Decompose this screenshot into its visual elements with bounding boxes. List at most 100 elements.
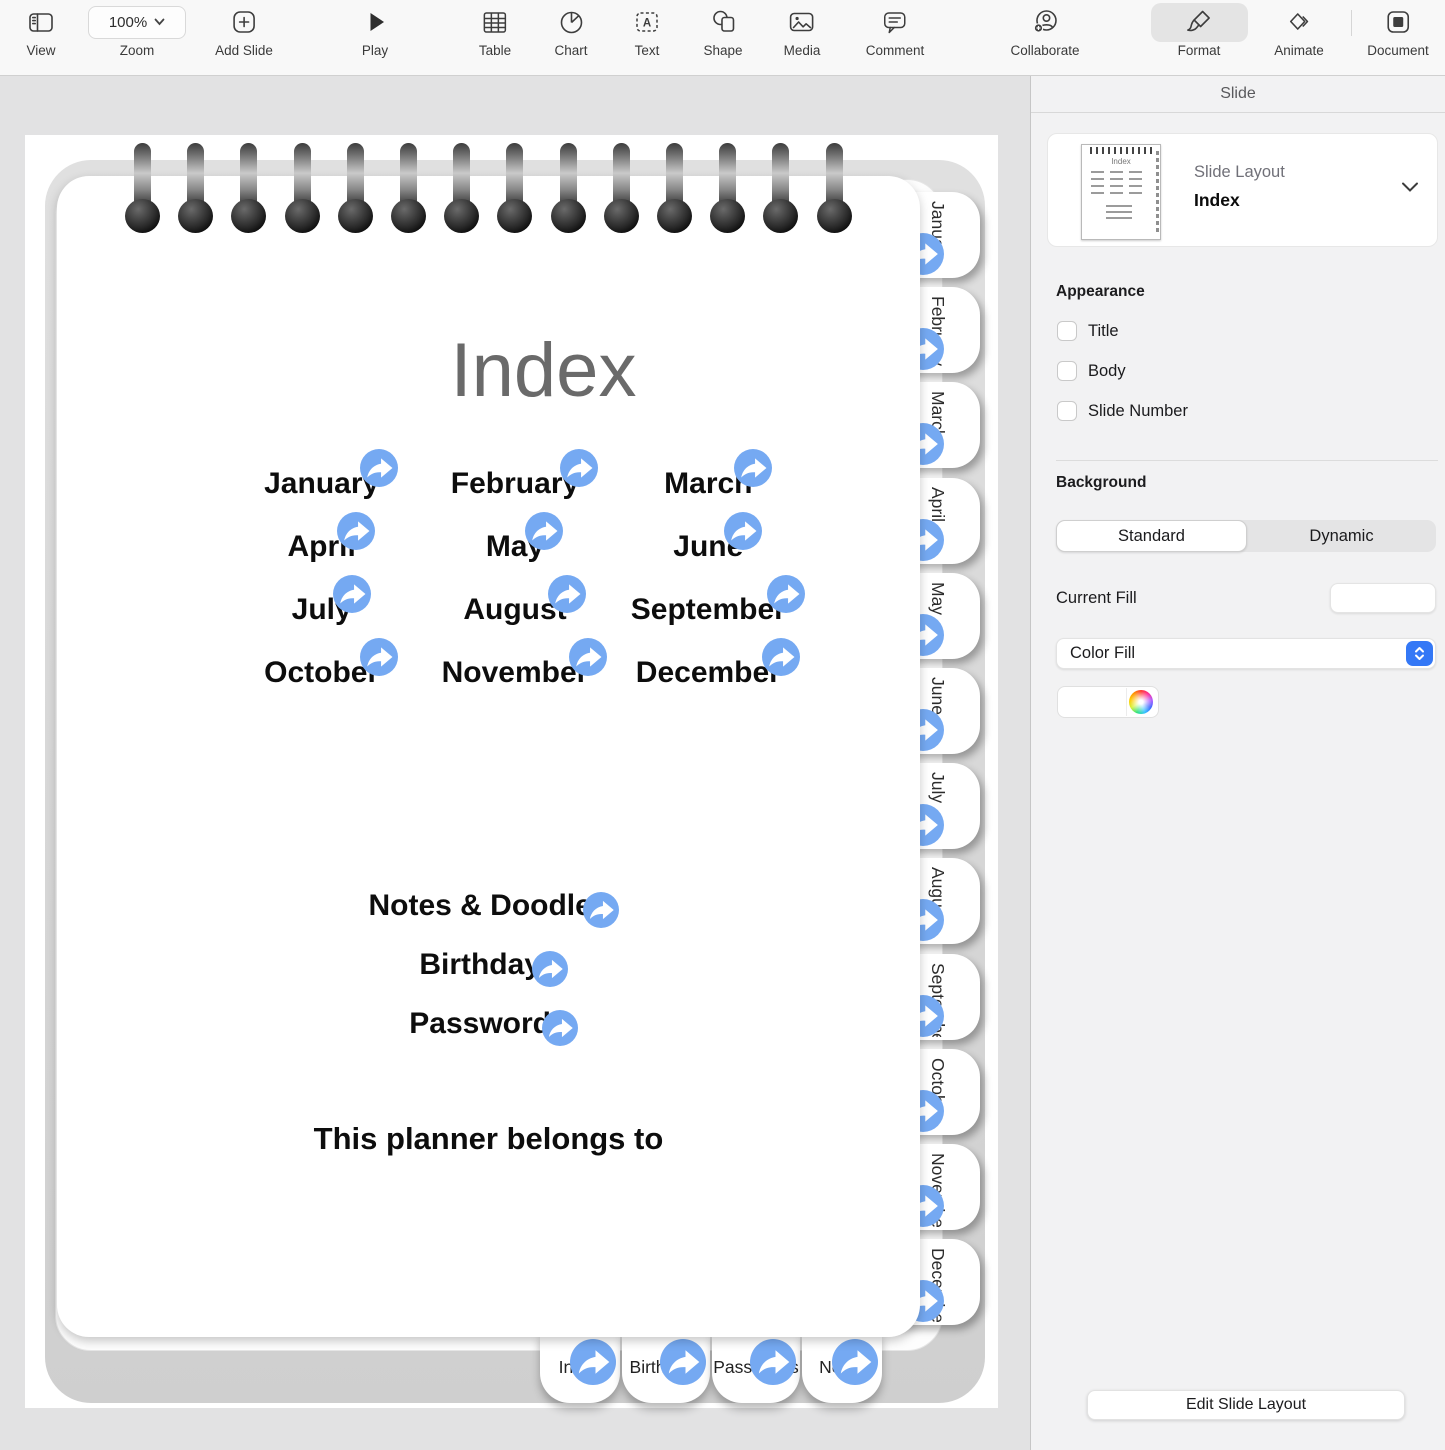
index-links: Notes & Doodles Birthdays Passwords [57,876,920,1053]
month-link-april[interactable]: April [287,530,355,564]
month-link-july[interactable]: July [292,593,352,627]
color-well-divider [1126,688,1127,716]
segment-dynamic[interactable]: Dynamic [1247,520,1436,552]
chart-button[interactable]: Chart [554,2,587,58]
thumbnail-spiral [1090,147,1152,154]
link-badge[interactable] [832,1339,878,1385]
edit-slide-layout-button[interactable]: Edit Slide Layout [1087,1390,1405,1420]
link-badge[interactable] [569,638,607,676]
fill-color-well[interactable] [1057,686,1159,718]
select-stepper-icon[interactable] [1406,641,1433,666]
link-arrow-icon [532,951,568,987]
segment-standard[interactable]: Standard [1056,520,1247,552]
link-arrow-icon [569,638,607,676]
month-link-december[interactable]: December [636,656,781,690]
collaborate-button[interactable]: Collaborate [1010,2,1079,58]
slide-layout-thumbnail: Index [1081,144,1161,240]
checkbox-label: Title [1088,322,1119,341]
bottom-tab-index[interactable]: Index [540,1331,620,1403]
chevron-down-icon [154,18,165,26]
spiral-ring [763,143,798,235]
appearance-option-body[interactable]: Body [1057,359,1188,383]
thumbnail-link-lines [1106,205,1132,221]
slide[interactable]: January February March April May June Ju… [25,135,998,1408]
shape-button[interactable]: Shape [703,2,742,58]
bottom-tab-birthdays[interactable]: Birthdays [622,1331,710,1403]
month-link-june[interactable]: June [673,530,743,564]
month-link-february[interactable]: February [451,467,579,501]
link-badge[interactable] [525,512,563,550]
zoom-value: 100% [109,14,147,31]
fill-type-select[interactable]: Color Fill [1056,638,1436,669]
animate-icon [1274,2,1324,42]
month-link-november[interactable]: November [442,656,589,690]
color-wheel-icon[interactable] [1129,690,1153,714]
month-link-march[interactable]: March [664,467,752,501]
spiral-ring [657,143,692,235]
link-arrow-icon [337,512,375,550]
link-badge[interactable] [548,575,586,613]
month-link-may[interactable]: May [486,530,544,564]
current-fill-label: Current Fill [1056,589,1137,608]
link-arrow-icon [525,512,563,550]
slide-layout-card[interactable]: Index Slide Layout Index [1047,133,1438,247]
media-button[interactable]: Media [784,2,821,58]
link-badge[interactable] [337,512,375,550]
link-badge[interactable] [762,638,800,676]
table-button[interactable]: Table [479,2,511,58]
format-button[interactable]: Format [1178,2,1221,58]
link-arrow-icon [832,1339,878,1385]
link-badge[interactable] [724,512,762,550]
link-badge[interactable] [570,1339,616,1385]
link-badge[interactable] [532,951,568,987]
collaborate-icon [1010,2,1079,42]
appearance-option-title[interactable]: Title [1057,319,1188,343]
thumbnail-month-lines [1091,171,1143,197]
month-label: January [264,467,379,501]
sidebar-title: Slide [1031,76,1445,113]
bottom-tab-passwords[interactable]: Passwords [712,1331,800,1403]
link-badge[interactable] [360,638,398,676]
chevron-down-icon[interactable] [1401,180,1419,198]
link-badge[interactable] [542,1010,578,1046]
index-link-notes-doodles[interactable]: Notes & Doodles [57,876,920,935]
link-badge[interactable] [560,449,598,487]
comment-icon [866,2,925,42]
checkbox[interactable] [1057,401,1077,421]
link-badge[interactable] [333,575,371,613]
month-link-october[interactable]: October [264,656,379,690]
spiral-ring [551,143,586,235]
appearance-options: Title Body Slide Number [1057,319,1188,439]
link-badge[interactable] [734,449,772,487]
page-title: Index [57,327,1030,414]
month-label: September [631,593,786,627]
document-button[interactable]: Document [1367,2,1429,58]
current-fill-swatch[interactable] [1330,583,1436,613]
link-badge[interactable] [750,1339,796,1385]
month-link-september[interactable]: September [631,593,786,627]
index-link-passwords[interactable]: Passwords [57,994,920,1053]
add-slide-button[interactable]: Add Slide [215,2,273,58]
comment-button[interactable]: Comment [866,2,925,58]
animate-button[interactable]: Animate [1274,2,1324,58]
checkbox[interactable] [1057,361,1077,381]
text-button[interactable]: A Text [632,2,662,58]
zoom-control[interactable]: 100% Zoom [88,2,186,58]
month-label: February [451,467,579,501]
appearance-option-slide-number[interactable]: Slide Number [1057,399,1188,423]
zoom-dropdown[interactable]: 100% [88,6,186,39]
month-link-august[interactable]: August [463,593,566,627]
month-link-january[interactable]: January [264,467,379,501]
view-button[interactable]: View [26,2,56,58]
months-grid: January February March April May June Ju… [225,452,805,704]
slide-canvas[interactable]: January February March April May June Ju… [0,76,1030,1450]
bottom-tab-notes[interactable]: Notes [802,1331,882,1403]
link-badge[interactable] [360,449,398,487]
link-badge[interactable] [767,575,805,613]
index-link-birthdays[interactable]: Birthdays [57,935,920,994]
link-badge[interactable] [583,892,619,928]
checkbox[interactable] [1057,321,1077,341]
play-button[interactable]: Play [360,2,390,58]
link-badge[interactable] [660,1339,706,1385]
checkbox-label: Body [1088,362,1126,381]
